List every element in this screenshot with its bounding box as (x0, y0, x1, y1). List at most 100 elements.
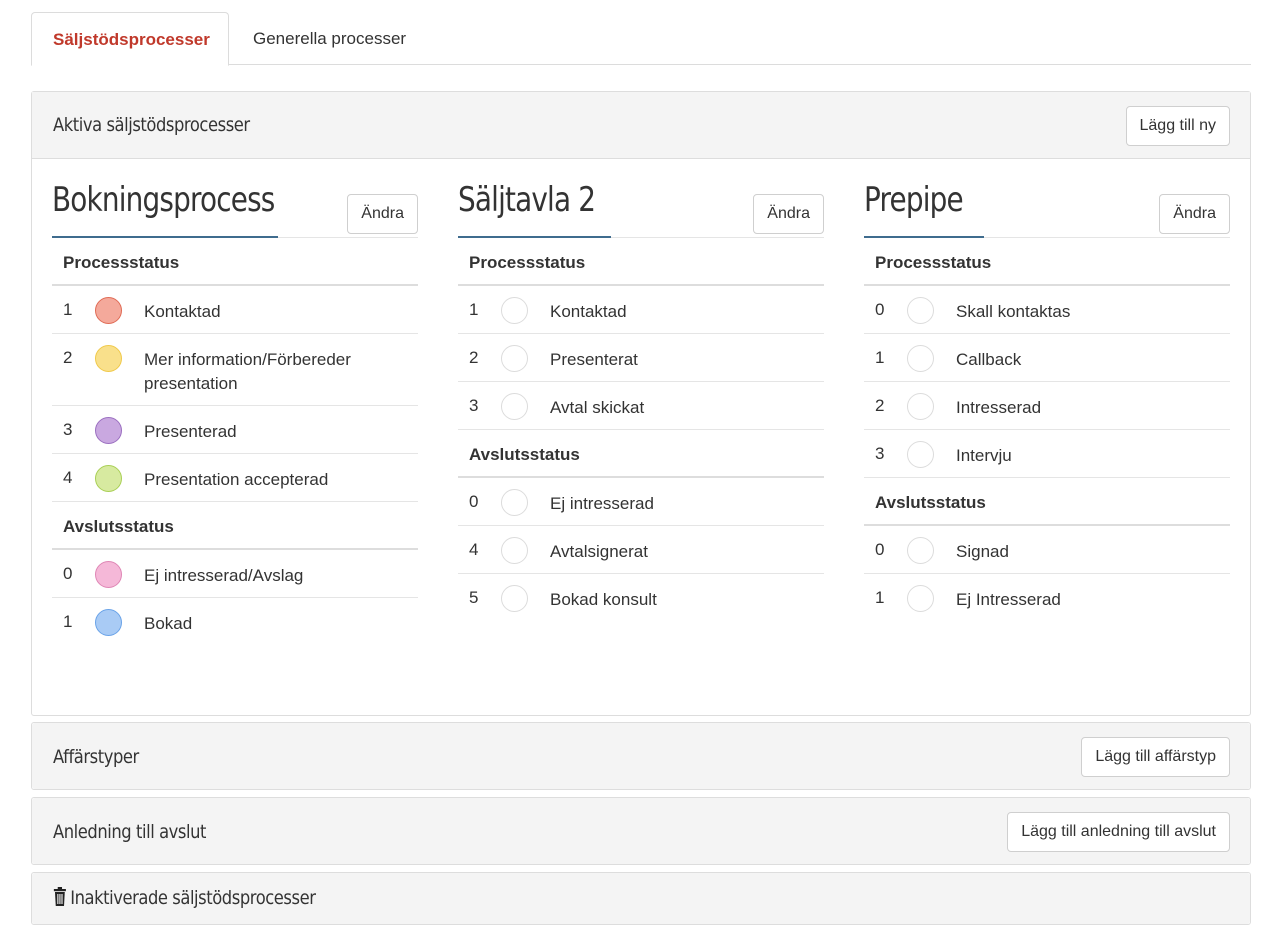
status-row: 0 Ej intresserad/Avslag (52, 550, 418, 598)
status-row: 0 Signad (864, 526, 1230, 574)
status-number: 1 (63, 300, 73, 319)
edit-button[interactable]: Ändra (347, 194, 418, 234)
panel-header[interactable]: Inaktiverade säljstödsprocesser (32, 873, 1250, 924)
panel-title: Aktiva säljstödsprocesser (53, 114, 250, 136)
status-label: Avtal skickat (550, 398, 645, 417)
close-status-list: 0 Ej intresserad/Avslag 1 Bokad (52, 550, 418, 646)
status-label: Bokad (144, 614, 193, 633)
status-label: Presenterad (144, 422, 237, 441)
status-color-dot (501, 489, 528, 516)
status-number: 0 (875, 300, 885, 319)
panel-title[interactable]: Inaktiverade säljstödsprocesser (53, 887, 316, 909)
status-row: 3 Avtal skickat (458, 382, 824, 430)
process-title: Bokningsprocess (52, 180, 275, 220)
status-row: 0 Skall kontaktas (864, 286, 1230, 334)
status-label: Presenterat (550, 350, 638, 369)
status-color-dot (95, 417, 122, 444)
status-label: Mer information/Förbereder presentation (144, 350, 351, 393)
status-row: 3 Intervju (864, 430, 1230, 478)
status-row: 1 Callback (864, 334, 1230, 382)
tab-saljstodsprocesser[interactable]: Säljstödsprocesser (31, 12, 229, 66)
process-column-prepipe: Prepipe Ändra Processstatus 0 Skall konta… (864, 180, 1230, 622)
status-row: 4 Presentation accepterad (52, 454, 418, 502)
status-label: Ej intresserad/Avslag (144, 566, 304, 585)
process-status-heading: Processstatus (52, 238, 418, 286)
process-status-list: 1 Kontaktad 2 Presenterat 3 Avtal skickat (458, 286, 824, 430)
process-header: Säljtavla 2 Ändra (458, 180, 824, 238)
status-label: Skall kontaktas (956, 302, 1071, 321)
status-color-dot (501, 393, 528, 420)
status-color-dot (95, 561, 122, 588)
status-number: 1 (63, 612, 73, 631)
status-label: Ej intresserad (550, 494, 654, 513)
status-number: 0 (469, 492, 479, 511)
process-header: Prepipe Ändra (864, 180, 1230, 238)
process-status-heading: Processstatus (864, 238, 1230, 286)
status-label: Callback (956, 350, 1022, 369)
status-color-dot (95, 297, 122, 324)
status-number: 5 (469, 588, 479, 607)
process-header: Bokningsprocess Ändra (52, 180, 418, 238)
status-color-dot (907, 393, 934, 420)
status-row: 1 Kontaktad (458, 286, 824, 334)
status-row: 5 Bokad konsult (458, 574, 824, 622)
status-row: 4 Avtalsignerat (458, 526, 824, 574)
process-title: Prepipe (864, 180, 964, 220)
status-row: 1 Kontaktad (52, 286, 418, 334)
status-label: Avtalsignerat (550, 542, 648, 561)
status-number: 3 (469, 396, 479, 415)
status-label: Kontaktad (144, 302, 221, 321)
panel-header: Anledning till avslut Lägg till anlednin… (32, 798, 1250, 864)
status-number: 3 (63, 420, 73, 439)
status-color-dot (501, 297, 528, 324)
status-number: 1 (875, 588, 885, 607)
status-label: Kontaktad (550, 302, 627, 321)
status-label: Signad (956, 542, 1009, 561)
status-number: 2 (469, 348, 479, 367)
status-color-dot (907, 297, 934, 324)
process-status-list: 1 Kontaktad 2 Mer information/Förbereder pr… (52, 286, 418, 502)
status-label: Ej Intresserad (956, 590, 1061, 609)
status-label: Intresserad (956, 398, 1042, 417)
affarstyper-panel: Affärstyper Lägg till affärstyp (31, 722, 1251, 790)
tab-bar: Säljstödsprocesser Generella processer (31, 12, 1251, 66)
status-label: Presentation accepterad (144, 470, 329, 489)
status-number: 1 (875, 348, 885, 367)
status-row: 3 Presenterad (52, 406, 418, 454)
status-row: 0 Ej intresserad (458, 478, 824, 526)
status-color-dot (907, 345, 934, 372)
close-status-heading: Avslutsstatus (458, 430, 824, 478)
edit-button[interactable]: Ändra (753, 194, 824, 234)
process-column-bokningsprocess: Bokningsprocess Ändra Processstatus 1 Kon… (52, 180, 418, 646)
status-number: 4 (63, 468, 73, 487)
close-status-heading: Avslutsstatus (52, 502, 418, 550)
process-status-heading: Processstatus (458, 238, 824, 286)
status-color-dot (95, 465, 122, 492)
add-anledning-button[interactable]: Lägg till anledning till avslut (1007, 812, 1230, 852)
close-status-list: 0 Ej intresserad 4 Avtalsignerat 5 Bokad kons… (458, 478, 824, 622)
status-color-dot (95, 609, 122, 636)
add-new-button[interactable]: Lägg till ny (1125, 106, 1230, 146)
edit-button[interactable]: Ändra (1159, 194, 1230, 234)
close-status-heading: Avslutsstatus (864, 478, 1230, 526)
inactive-label: Inaktiverade säljstödsprocesser (70, 887, 316, 909)
close-status-list: 0 Signad 1 Ej Intresserad (864, 526, 1230, 622)
process-title: Säljtavla 2 (458, 180, 596, 220)
status-row: 1 Bokad (52, 598, 418, 646)
status-label: Intervju (956, 446, 1012, 465)
anledning-panel: Anledning till avslut Lägg till anlednin… (31, 797, 1251, 865)
status-number: 0 (63, 564, 73, 583)
status-color-dot (95, 345, 122, 372)
inactive-processes-panel[interactable]: Inaktiverade säljstödsprocesser (31, 872, 1251, 925)
tab-generella-processer[interactable]: Generella processer (232, 12, 427, 65)
panel-header: Affärstyper Lägg till affärstyp (32, 723, 1250, 789)
process-column-saljtavla-2: Säljtavla 2 Ändra Processstatus 1 Kontakt… (458, 180, 824, 622)
trash-icon (53, 887, 66, 906)
add-affarstyp-button[interactable]: Lägg till affärstyp (1081, 737, 1230, 777)
status-number: 3 (875, 444, 885, 463)
status-color-dot (907, 537, 934, 564)
status-number: 0 (875, 540, 885, 559)
panel-title: Affärstyper (53, 746, 139, 768)
status-row: 2 Mer information/Förbereder presentation (52, 334, 418, 406)
active-processes-panel: Aktiva säljstödsprocesser Lägg till ny B… (31, 91, 1251, 716)
